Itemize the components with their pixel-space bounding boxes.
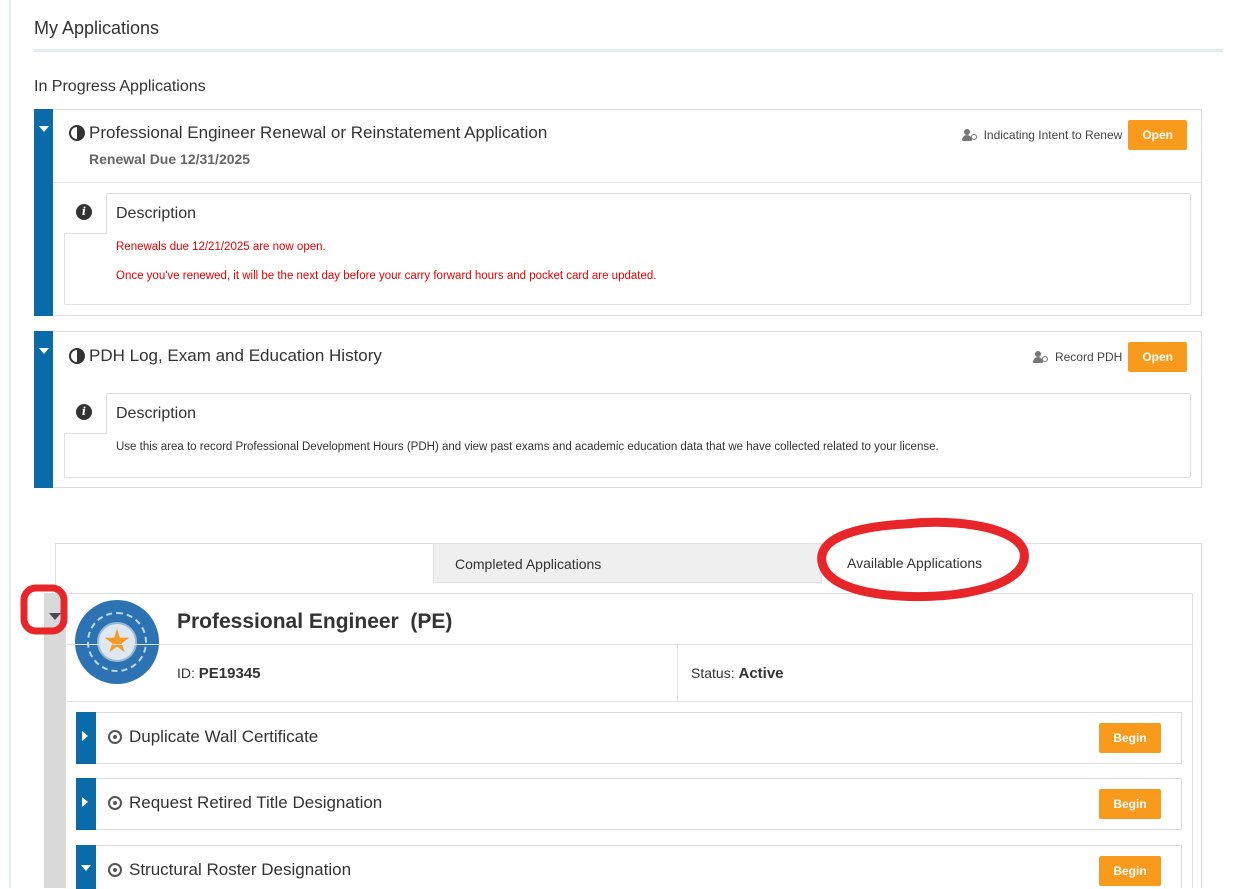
info-icon: i — [76, 404, 92, 420]
begin-button[interactable]: Begin — [1099, 856, 1161, 886]
caret-down-icon — [81, 865, 91, 871]
description-line: Use this area to record Professional Dev… — [116, 441, 939, 453]
license-divider — [65, 701, 1193, 702]
license-collapse-toggle[interactable] — [44, 593, 65, 888]
description-line: Renewals due 12/21/2025 are now open. — [116, 241, 326, 253]
card-subtitle: Renewal Due 12/31/2025 — [89, 151, 251, 167]
card-actions: Record PDH Open — [1032, 342, 1187, 372]
description-box: i Description Use this area to record Pr… — [64, 393, 1191, 478]
description-box: i Description Renewals due 12/21/2025 ar… — [64, 193, 1191, 305]
half-circle-icon — [69, 348, 85, 364]
begin-button[interactable]: Begin — [1099, 723, 1161, 753]
caret-right-icon — [82, 731, 88, 741]
available-app-row[interactable]: Request Retired Title Designation Begin — [76, 778, 1182, 830]
row-expand-toggle[interactable] — [76, 845, 96, 889]
begin-button[interactable]: Begin — [1099, 789, 1161, 819]
info-tab: i — [64, 193, 107, 234]
license-status-value: Active — [738, 665, 784, 682]
license-id: ID: PE19345 — [177, 665, 261, 682]
page-left-border — [9, 0, 11, 888]
available-app-label: Request Retired Title Designation — [129, 793, 383, 812]
available-app-row[interactable]: Duplicate Wall Certificate Begin — [76, 712, 1182, 764]
star-badge-icon: ★ — [75, 600, 159, 684]
card-title: PDH Log, Exam and Education History — [89, 346, 382, 365]
person-clock-icon — [1032, 351, 1049, 363]
target-icon — [108, 730, 122, 744]
open-button[interactable]: Open — [1128, 120, 1187, 150]
row-expand-toggle[interactable] — [76, 712, 96, 764]
description-line: Once you've renewed, it will be the next… — [116, 270, 657, 282]
license-id-value: PE19345 — [198, 665, 261, 682]
description-heading: Description — [116, 405, 197, 422]
person-clock-icon — [961, 129, 978, 141]
row-expand-toggle[interactable] — [76, 778, 96, 830]
action-text: Record PDH — [1054, 350, 1123, 364]
card-actions: Indicating Intent to Renew Open — [961, 120, 1187, 150]
page-title: My Applications — [34, 18, 160, 38]
tab-completed-applications[interactable]: Completed Applications — [433, 543, 822, 583]
in-progress-card-renewal: Professional Engineer Renewal or Reinsta… — [34, 109, 1202, 316]
info-icon: i — [76, 204, 92, 220]
available-app-label: Duplicate Wall Certificate — [129, 727, 319, 746]
in-progress-heading: In Progress Applications — [34, 78, 206, 95]
title-divider — [34, 49, 1223, 52]
target-icon — [108, 863, 122, 877]
available-app-row[interactable]: Structural Roster Designation Begin — [76, 845, 1182, 889]
tab-available-applications[interactable]: Available Applications — [822, 543, 1022, 583]
target-icon — [108, 796, 122, 810]
caret-down-icon — [49, 613, 61, 620]
license-title: Professional Engineer (PE) — [177, 610, 453, 633]
description-heading: Description — [116, 205, 197, 222]
available-app-label: Structural Roster Designation — [129, 860, 352, 879]
action-text: Indicating Intent to Renew — [983, 128, 1123, 142]
caret-right-icon — [82, 797, 88, 807]
in-progress-card-pdh: PDH Log, Exam and Education History Reco… — [34, 331, 1202, 488]
open-button[interactable]: Open — [1128, 342, 1187, 372]
license-status-label: Status: — [691, 665, 735, 681]
license-column-divider — [677, 645, 678, 701]
caret-down-icon — [39, 348, 49, 354]
license-status: Status: Active — [691, 665, 784, 682]
caret-down-icon — [39, 126, 49, 132]
card-collapse-toggle[interactable] — [34, 109, 53, 316]
card-title: Professional Engineer Renewal or Reinsta… — [89, 123, 548, 142]
card-collapse-toggle[interactable] — [34, 331, 53, 488]
info-tab: i — [64, 393, 107, 434]
half-circle-icon — [69, 125, 85, 141]
license-id-label: ID: — [177, 665, 195, 681]
license-divider — [65, 644, 1193, 645]
card-divider — [53, 182, 1201, 183]
